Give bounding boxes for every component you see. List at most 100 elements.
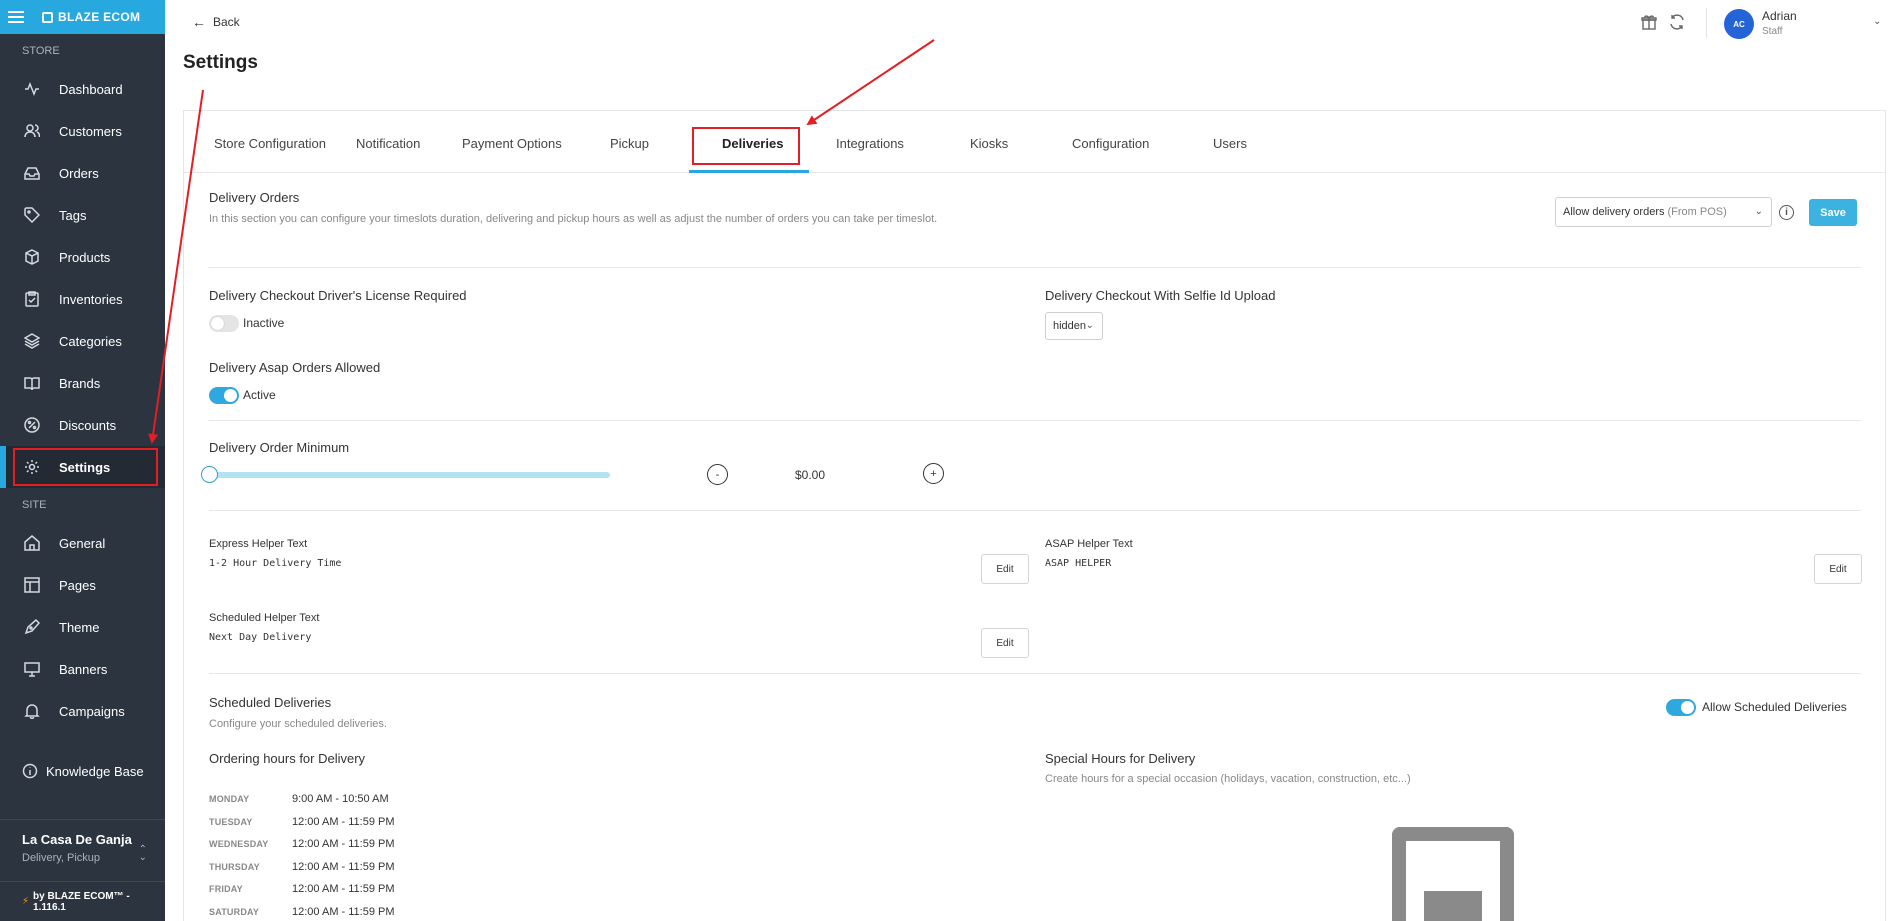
hours-day: FRIDAY <box>209 884 243 894</box>
selfie-select[interactable]: hidden ⌄ <box>1045 312 1103 340</box>
sidebar-item-label: Products <box>59 249 111 265</box>
home-icon <box>24 535 40 551</box>
inbox-empty-icon <box>1392 827 1514 921</box>
divider <box>209 510 1861 511</box>
tab-notification[interactable]: Notification <box>356 136 420 151</box>
sidebar-item-tags[interactable]: Tags <box>0 194 165 236</box>
book-icon <box>24 375 40 391</box>
sidebar-item-categories[interactable]: Categories <box>0 320 165 362</box>
info-icon[interactable]: i <box>1779 205 1794 220</box>
sidebar-item-label: Dashboard <box>59 81 123 97</box>
scheduled-helper-value: Next Day Delivery <box>209 632 312 643</box>
license-toggle[interactable] <box>209 315 239 332</box>
sidebar-item-label: Discounts <box>59 417 117 433</box>
sidebar-item-products[interactable]: Products <box>0 236 165 278</box>
back-label: Back <box>213 15 240 29</box>
annotation-highlight-box <box>13 448 158 486</box>
ordering-hours-title: Ordering hours for Delivery <box>209 751 366 766</box>
sidebar-item-brands[interactable]: Brands <box>0 362 165 404</box>
tab-integrations[interactable]: Integrations <box>836 136 904 151</box>
asap-state-label: Active <box>243 388 276 402</box>
sidebar-item-label: Tags <box>59 207 87 223</box>
chevron-down-icon[interactable]: ⌄ <box>1873 16 1881 27</box>
sidebar-item-settings[interactable]: Settings <box>0 446 165 488</box>
hours-day: SATURDAY <box>209 907 260 917</box>
increment-button[interactable]: + <box>923 463 944 484</box>
arrow-left-icon: ← <box>192 14 206 30</box>
scheduled-deliveries-title: Scheduled Deliveries <box>209 695 332 710</box>
license-title: Delivery Checkout Driver's License Requi… <box>209 288 467 303</box>
back-link[interactable]: ← Back <box>192 14 240 30</box>
sidebar-section-site: SITE <box>22 499 47 511</box>
package-icon <box>24 249 40 265</box>
sidebar-item-pages[interactable]: Pages <box>0 564 165 606</box>
slider-handle[interactable] <box>201 466 218 483</box>
brand-logo: BLAZE ECOM <box>42 10 140 24</box>
scheduled-deliveries-toggle[interactable] <box>1666 699 1696 716</box>
decrement-button[interactable]: - <box>707 464 728 485</box>
hours-day: WEDNESDAY <box>209 839 269 849</box>
tab-store-configuration[interactable]: Store Configuration <box>214 136 326 151</box>
logo-mark-icon <box>42 11 53 23</box>
divider <box>209 420 1861 421</box>
order-minimum-slider[interactable] <box>209 472 610 478</box>
topbar-divider <box>1706 8 1707 38</box>
select-value: hidden <box>1053 320 1087 332</box>
hours-day: THURSDAY <box>209 862 260 872</box>
sidebar-item-inventories[interactable]: Inventories <box>0 278 165 320</box>
sidebar-item-label: Pages <box>59 577 96 593</box>
hours-value: 12:00 AM - 11:59 PM <box>292 906 395 918</box>
chevron-down-icon: ⌄ <box>1754 205 1763 217</box>
sidebar-item-dashboard[interactable]: Dashboard <box>0 68 165 110</box>
edit-express-button[interactable]: Edit <box>981 554 1029 584</box>
sidebar-item-general[interactable]: General <box>0 522 165 564</box>
delivery-orders-select[interactable]: Allow delivery orders (From POS) ⌄ <box>1555 197 1772 227</box>
refresh-icon[interactable] <box>1669 14 1685 35</box>
user-name[interactable]: Adrian <box>1762 9 1797 23</box>
delivery-orders-title: Delivery Orders <box>209 190 300 205</box>
sidebar-item-customers[interactable]: Customers <box>0 110 165 152</box>
delivery-orders-description: In this section you can configure your t… <box>209 213 938 225</box>
sidebar-item-orders[interactable]: Orders <box>0 152 165 194</box>
percent-icon <box>24 417 40 433</box>
monitor-icon <box>24 661 40 677</box>
page-title: Settings <box>183 52 258 73</box>
sidebar-item-discounts[interactable]: Discounts <box>0 404 165 446</box>
tab-pickup[interactable]: Pickup <box>610 136 649 151</box>
asap-toggle[interactable] <box>209 387 239 404</box>
gift-icon[interactable] <box>1641 14 1657 35</box>
edit-asap-button[interactable]: Edit <box>1814 554 1862 584</box>
layout-icon <box>24 577 40 593</box>
scheduled-deliveries-toggle-label: Allow Scheduled Deliveries <box>1702 700 1847 714</box>
edit-scheduled-button[interactable]: Edit <box>981 628 1029 658</box>
avatar[interactable]: AC <box>1724 9 1754 39</box>
tab-users[interactable]: Users <box>1213 136 1247 151</box>
hours-value: 12:00 AM - 11:59 PM <box>292 816 395 828</box>
pen-icon <box>24 619 40 635</box>
sidebar-item-label: Banners <box>59 661 108 677</box>
sidebar-item-campaigns[interactable]: Campaigns <box>0 690 165 732</box>
active-tab-indicator <box>689 170 809 173</box>
hours-value: 12:00 AM - 11:59 PM <box>292 883 395 895</box>
sidebar-item-banners[interactable]: Banners <box>0 648 165 690</box>
sidebar: BLAZE ECOM STORE Dashboard Customers Ord… <box>0 0 165 921</box>
special-hours-title: Special Hours for Delivery <box>1045 751 1196 766</box>
sidebar-item-theme[interactable]: Theme <box>0 606 165 648</box>
store-switcher[interactable]: La Casa De Ganja Delivery, Pickup ⌃ ⌄ <box>0 819 165 881</box>
express-helper-label: Express Helper Text <box>209 538 308 550</box>
sidebar-item-label: Knowledge Base <box>46 763 144 779</box>
scheduled-helper-label: Scheduled Helper Text <box>209 612 320 624</box>
tab-configuration[interactable]: Configuration <box>1072 136 1149 151</box>
tab-kiosks[interactable]: Kiosks <box>970 136 1008 151</box>
tab-payment-options[interactable]: Payment Options <box>462 136 562 151</box>
brand-bar: BLAZE ECOM <box>0 0 165 34</box>
asap-helper-label: ASAP Helper Text <box>1045 538 1133 550</box>
tab-bar: Store Configuration Notification Payment… <box>184 111 1885 173</box>
settings-card: Store Configuration Notification Payment… <box>183 110 1886 921</box>
save-button[interactable]: Save <box>1809 199 1857 226</box>
divider <box>209 673 1861 674</box>
hours-day: MONDAY <box>209 794 250 804</box>
hamburger-menu-icon[interactable] <box>8 11 24 23</box>
sidebar-item-knowledge-base[interactable]: Knowledge Base <box>0 750 165 792</box>
sidebar-item-label: Brands <box>59 375 101 391</box>
